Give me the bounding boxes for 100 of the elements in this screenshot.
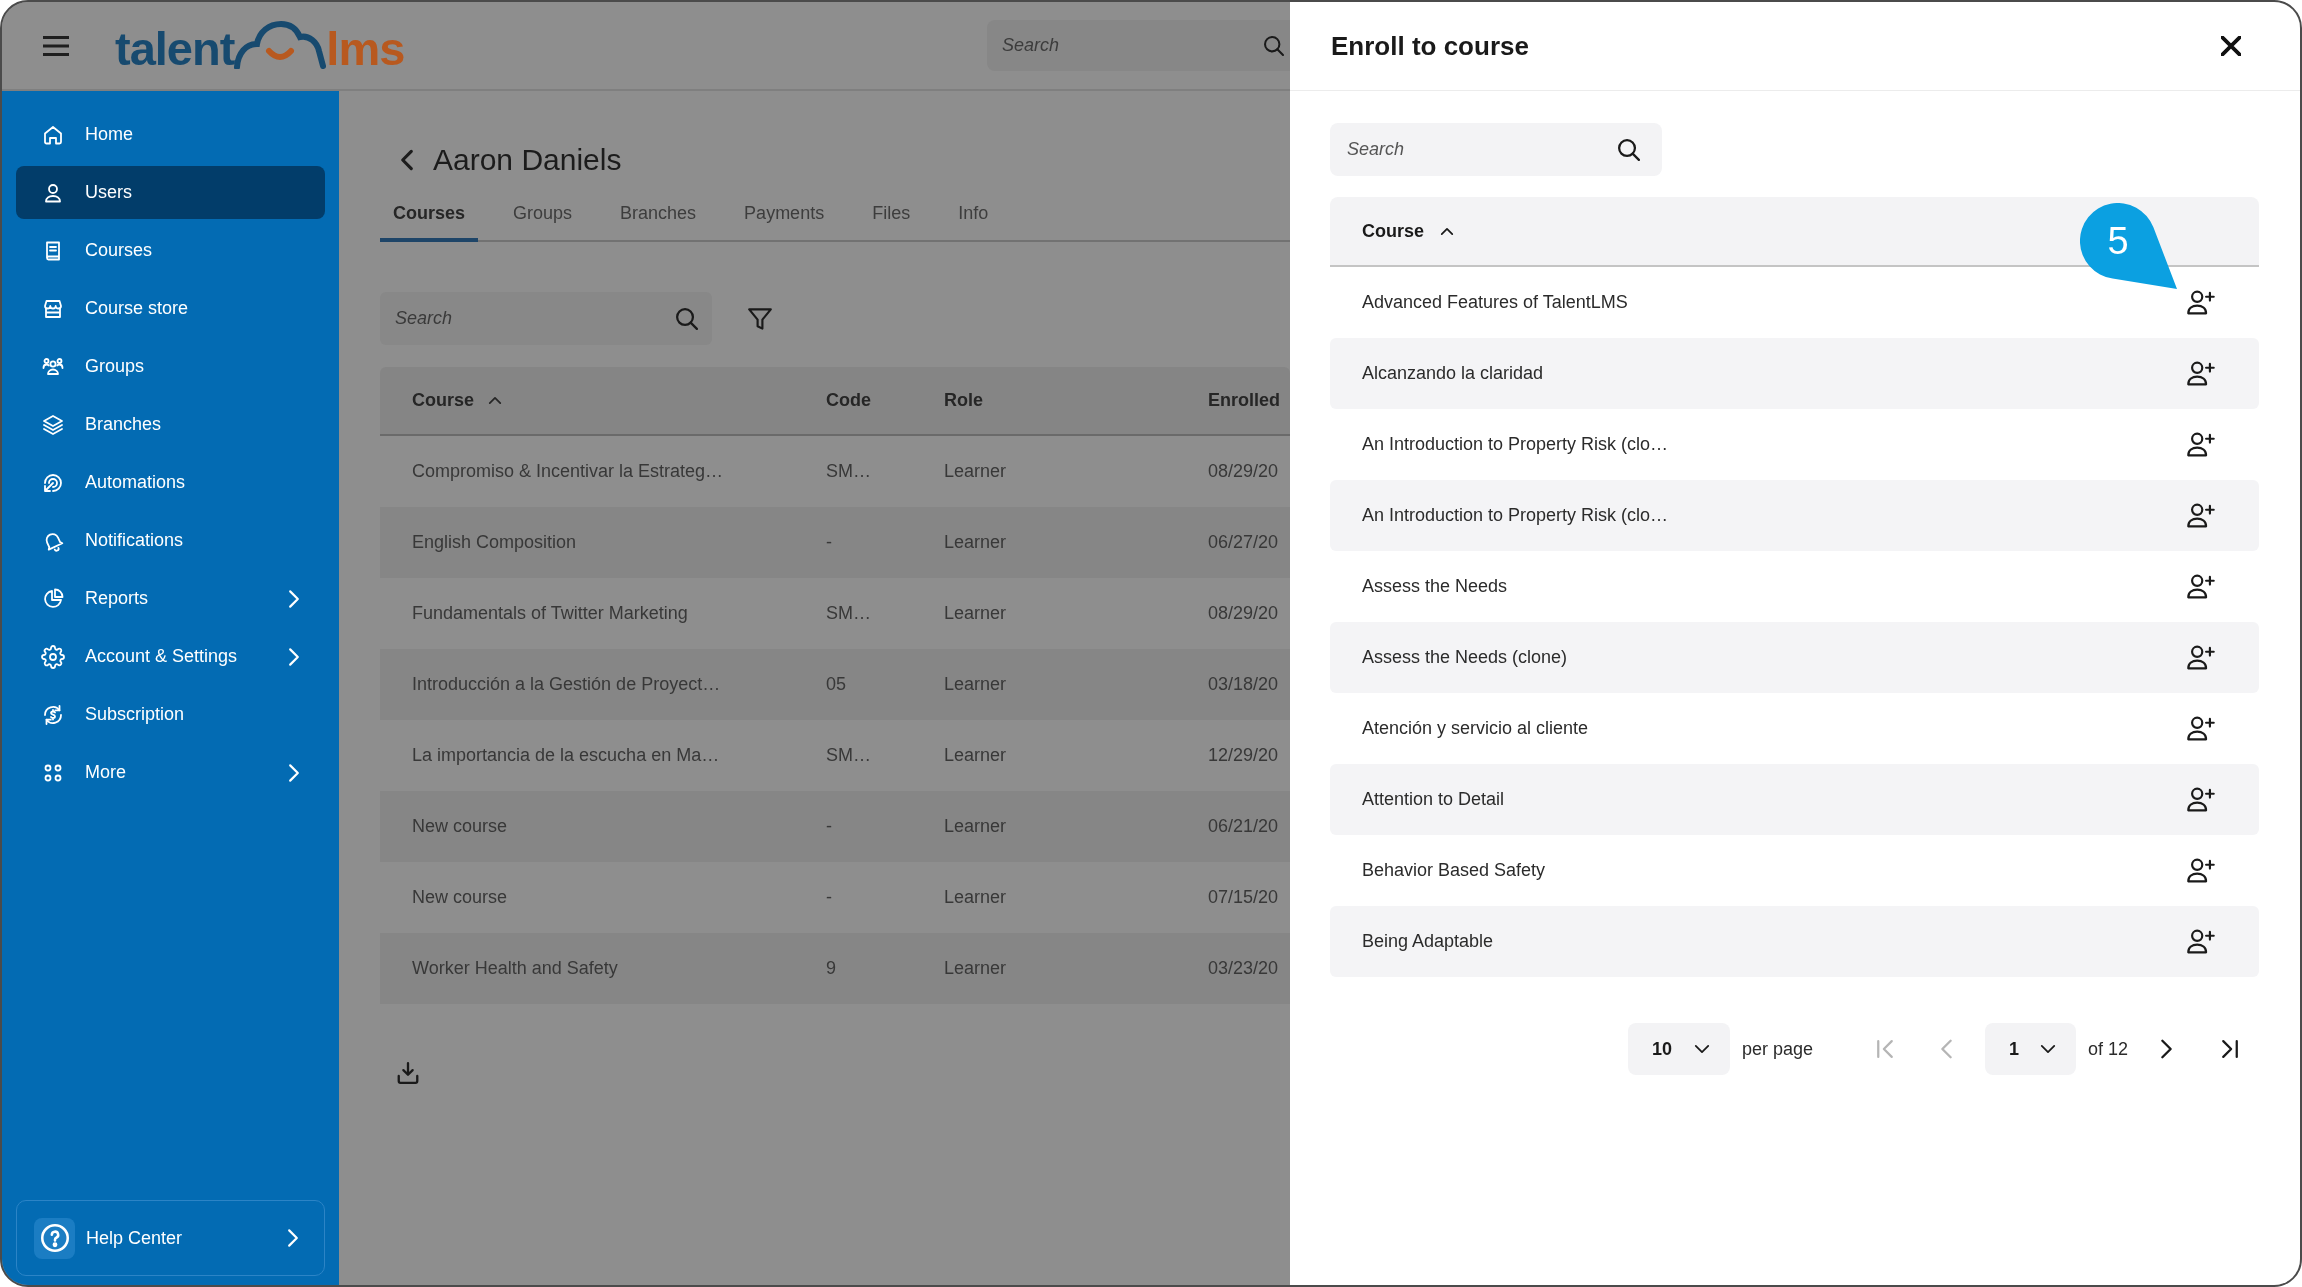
table-cell-text: 06/21/20 [1207, 815, 1280, 838]
enroll-button[interactable] [2187, 645, 2215, 670]
search-field[interactable]: Search [1330, 123, 1662, 176]
table-cell-text: 08/29/20 [1207, 460, 1280, 483]
table-cell-text: 08/29/20 [1207, 602, 1280, 625]
user-plus-icon [2187, 574, 2215, 599]
chevron-left-icon [400, 149, 414, 171]
table-cell-text: Compromiso & Incentivar la Estrateg… [411, 460, 725, 483]
page-count: of 12 [2087, 1037, 2128, 1061]
sidebar-item[interactable]: Reports [16, 572, 325, 625]
tab[interactable]: Branches [607, 190, 710, 242]
search-icon [676, 307, 698, 330]
gear-icon [41, 644, 65, 669]
table-cell-text: - [825, 886, 833, 909]
cloud-smile-icon [234, 20, 327, 69]
enroll-button[interactable] [2187, 503, 2215, 528]
tab[interactable]: Courses [380, 190, 479, 242]
table-cell-text: SM… [825, 460, 872, 483]
table-cell-text: Learner [943, 602, 1008, 625]
table-cell-text: 9 [825, 957, 837, 980]
user-plus-icon [2187, 645, 2215, 670]
enroll-button[interactable] [2187, 929, 2215, 954]
sidebar-item[interactable]: Automations [16, 456, 325, 509]
tab[interactable]: Groups [500, 190, 586, 242]
column-header[interactable]: Enrolled [1188, 387, 1290, 414]
download-button[interactable] [397, 1062, 419, 1084]
layers-icon [41, 412, 65, 437]
column-header[interactable]: Role [924, 387, 1188, 414]
table-cell-text: Learner [943, 815, 1008, 838]
page-select[interactable]: 1 [1984, 1023, 2076, 1075]
filter-button[interactable] [748, 306, 772, 331]
table-cell-text: Behavior Based Safety [1362, 859, 1546, 882]
sidebar-item[interactable]: More [16, 746, 325, 799]
chevron-down-icon [2039, 1044, 2056, 1054]
sidebar-item[interactable]: Subscription [16, 688, 325, 741]
user-plus-icon [2187, 787, 2215, 812]
sidebar-item[interactable]: Groups [16, 340, 325, 393]
user-plus-icon [2187, 361, 2215, 386]
table-cell-text: An Introduction to Property Risk (clo… [1362, 433, 1669, 456]
per-page-select[interactable]: 10 [1627, 1023, 1730, 1075]
tab[interactable]: Info [945, 190, 1002, 242]
user-plus-icon [2187, 716, 2215, 741]
table-cell-text: La importancia de la escucha en Ma… [411, 744, 721, 767]
menu-button[interactable] [43, 34, 69, 57]
pie-chart-icon [41, 586, 65, 611]
last-page-button[interactable] [2220, 1038, 2240, 1060]
table-cell-text: Learner [943, 744, 1008, 767]
sidebar-item[interactable]: Users [16, 166, 325, 219]
sidebar-item[interactable]: Home [16, 108, 325, 161]
table-cell-text: Worker Health and Safety [411, 957, 619, 980]
user-plus-icon [2187, 858, 2215, 883]
sidebar-item[interactable]: Account & Settings [16, 630, 325, 683]
user-plus-icon [2187, 503, 2215, 528]
table-cell-text: 12/29/20 [1207, 744, 1280, 767]
enroll-button[interactable] [2187, 858, 2215, 883]
help-icon [34, 1217, 75, 1259]
tab[interactable]: Files [859, 190, 924, 242]
sidebar-item[interactable]: Courses [16, 224, 325, 277]
enroll-button[interactable] [2187, 290, 2215, 315]
table-cell-text: Learner [943, 531, 1008, 554]
table-cell-text: SM… [825, 744, 872, 767]
enroll-button[interactable] [2187, 361, 2215, 386]
table-cell-text: 07/15/20 [1207, 886, 1280, 909]
panel-title: Enroll to course [1331, 29, 1529, 63]
table-cell-text: Learner [943, 886, 1008, 909]
enroll-button[interactable] [2187, 787, 2215, 812]
sidebar-item[interactable]: Course store [16, 282, 325, 335]
search-field[interactable]: Search [380, 292, 712, 345]
user-plus-icon [2187, 929, 2215, 954]
search-icon [1264, 35, 1284, 56]
close-button[interactable] [2221, 36, 2241, 56]
column-header[interactable]: Code [806, 387, 924, 414]
back-button[interactable] [400, 148, 414, 172]
column-header[interactable]: Course [1362, 217, 1454, 245]
close-icon [2221, 36, 2241, 56]
table-cell-text: Being Adaptable [1362, 930, 1494, 953]
tab[interactable]: Payments [731, 190, 838, 242]
enroll-button[interactable] [2187, 432, 2215, 457]
enroll-button[interactable] [2187, 574, 2215, 599]
table-cell-text: Learner [943, 673, 1008, 696]
funnel-icon [748, 307, 772, 330]
chevron-left-icon [1940, 1038, 1954, 1060]
table-cell-text: 06/27/20 [1207, 531, 1280, 554]
enroll-button[interactable] [2187, 716, 2215, 741]
user-plus-icon [2187, 290, 2215, 315]
table-cell-text: Learner [943, 957, 1008, 980]
logo-wordmark: lms [326, 24, 405, 73]
sidebar-item[interactable]: Branches [16, 398, 325, 451]
table-cell-text: 05 [825, 673, 848, 696]
help-center-link[interactable]: Help Center [16, 1200, 325, 1276]
column-header[interactable]: Course [380, 387, 806, 414]
table-cell-text: Learner [943, 460, 1008, 483]
table-cell-text: Alcanzando la claridad [1362, 362, 1544, 385]
search-field[interactable]: Search [987, 20, 1290, 71]
table-cell-text: Assess the Needs (clone) [1362, 646, 1568, 669]
table-cell-text: An Introduction to Property Risk (clo… [1362, 504, 1669, 527]
logo-wordmark: talent [115, 24, 235, 73]
table-cell-text: - [825, 815, 833, 838]
step-callout: 5 [2080, 203, 2178, 290]
sidebar-item[interactable]: Notifications [16, 514, 325, 567]
